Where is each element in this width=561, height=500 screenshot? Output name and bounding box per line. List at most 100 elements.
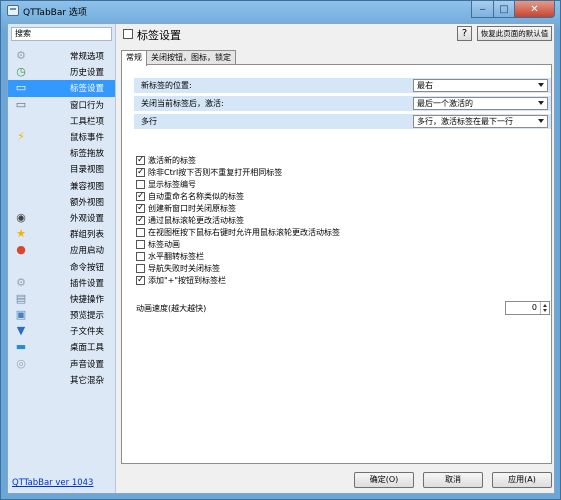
apply-button[interactable]: 应用(A) bbox=[492, 472, 552, 488]
checkbox[interactable] bbox=[136, 239, 145, 249]
chevron-up-icon[interactable] bbox=[543, 304, 547, 307]
sidebar-item[interactable]: ▤ 快捷操作 bbox=[8, 291, 115, 307]
checkbox-label: 通过鼠标滚轮更改活动标签 bbox=[148, 215, 244, 225]
sidebar-item[interactable]: ▼ 子文件夹 bbox=[8, 323, 115, 339]
checkbox-label: 导航失败时关闭标签 bbox=[148, 263, 220, 273]
sidebar: 搜索 ⚙ 常规选项 ◷ 历史设置 ▭ 标签设置 ▭ 窗口行为 工具栏项 ⚡ 鼠标事件 标签拖放 目录视图… bbox=[8, 24, 116, 493]
sidebar-item[interactable]: 其它混杂 bbox=[8, 372, 115, 388]
sidebar-item[interactable]: ⚡ 鼠标事件 bbox=[8, 129, 115, 145]
checkbox-row[interactable]: 显示标签编号 bbox=[136, 178, 546, 190]
sidebar-item-label: 常规选项 bbox=[69, 52, 104, 63]
sidebar-item[interactable]: 标签拖放 bbox=[8, 145, 115, 161]
sidebar-item[interactable]: ▬ 桌面工具 bbox=[8, 339, 115, 355]
restore-defaults-button[interactable]: 恢复此页面的默认值 bbox=[477, 26, 552, 41]
checkbox[interactable] bbox=[136, 191, 145, 201]
checkbox-row[interactable]: 激活新的标签 bbox=[136, 154, 546, 166]
checkbox[interactable] bbox=[136, 215, 145, 225]
checkbox-label: 水平翻转标签栏 bbox=[148, 251, 204, 261]
checkbox-row[interactable]: 通过鼠标滚轮更改活动标签 bbox=[136, 214, 546, 226]
sidebar-item-label: 鼠标事件 bbox=[69, 133, 104, 144]
checkbox[interactable] bbox=[136, 167, 145, 177]
tab-general[interactable]: 常规 bbox=[121, 50, 147, 66]
checkbox-row[interactable]: 自动重命名名称类似的标签 bbox=[136, 190, 546, 202]
window-icon: ▭ bbox=[15, 97, 27, 111]
sidebar-item[interactable]: 命令按钮 bbox=[8, 258, 115, 274]
sidebar-item[interactable]: 兼容视图 bbox=[8, 178, 115, 194]
sidebar-item-label: 历史设置 bbox=[69, 68, 104, 79]
minimize-button[interactable]: ‒ bbox=[471, 1, 493, 18]
activate-after-close-select[interactable]: 最后一个激活的 bbox=[413, 97, 548, 110]
checkbox-list: 激活新的标签除非Ctrl按下否则不重复打开相同标签显示标签编号自动重命名名称类似… bbox=[136, 154, 546, 286]
version-link[interactable]: QTTabBar ver 1043 bbox=[12, 478, 93, 488]
stepper-buttons[interactable] bbox=[540, 302, 549, 314]
ok-button[interactable]: 确定(O) bbox=[354, 472, 414, 488]
new-tab-position-select[interactable]: 最右 bbox=[413, 79, 548, 92]
multi-row-select[interactable]: 多行，激活标签在最下一行 bbox=[413, 115, 548, 128]
chevron-down-icon[interactable] bbox=[543, 309, 547, 312]
select-value: 最右 bbox=[417, 81, 433, 90]
help-button[interactable]: ? bbox=[457, 26, 472, 41]
window-controls: ‒ □ ✕ bbox=[471, 1, 555, 18]
chevron-down-icon bbox=[538, 83, 544, 87]
tab-close-button-icon-lock[interactable]: 关闭按钮，图标，锁定 bbox=[146, 50, 236, 65]
sidebar-item[interactable]: ◷ 历史设置 bbox=[8, 64, 115, 80]
checkbox[interactable] bbox=[136, 179, 145, 189]
checkbox[interactable] bbox=[136, 227, 145, 237]
sidebar-item-label: 命令按钮 bbox=[69, 262, 104, 273]
page-title: 标签设置 bbox=[137, 29, 181, 42]
checkbox-row[interactable]: 添加"+"按钮到标签栏 bbox=[136, 274, 546, 286]
checkbox-label: 标签动画 bbox=[148, 239, 180, 249]
setting-label: 关闭当前标签后，激活: bbox=[141, 99, 224, 108]
checkbox[interactable] bbox=[136, 203, 145, 213]
sidebar-item[interactable]: 目录视图 bbox=[8, 161, 115, 177]
sidebar-item[interactable]: ⚙ 常规选项 bbox=[8, 48, 115, 64]
animation-speed-stepper[interactable]: 0 bbox=[505, 301, 550, 315]
checkbox[interactable] bbox=[136, 251, 145, 261]
checkbox-label: 在视图框按下鼠标右键时允许用鼠标滚轮更改活动标签 bbox=[148, 227, 340, 237]
sidebar-item[interactable]: 额外视图 bbox=[8, 194, 115, 210]
checkbox[interactable] bbox=[136, 263, 145, 273]
sidebar-item[interactable]: ▣ 预览提示 bbox=[8, 307, 115, 323]
checkbox[interactable] bbox=[136, 155, 145, 165]
checkbox-row[interactable]: 在视图框按下鼠标右键时允许用鼠标滚轮更改活动标签 bbox=[136, 226, 546, 238]
sidebar-nav: ⚙ 常规选项 ◷ 历史设置 ▭ 标签设置 ▭ 窗口行为 工具栏项 ⚡ 鼠标事件 标签拖放 目录视图 兼容视… bbox=[8, 48, 115, 388]
stepper-value: 0 bbox=[531, 303, 537, 312]
keyboard-icon: ▤ bbox=[15, 291, 27, 305]
close-button[interactable]: ✕ bbox=[515, 1, 555, 18]
sidebar-item-label: 外观设置 bbox=[69, 213, 104, 224]
checkbox-row[interactable]: 导航失败时关闭标签 bbox=[136, 262, 546, 274]
setting-activate-after-close: 关闭当前标签后，激活: 最后一个激活的 bbox=[134, 96, 551, 111]
lightning-icon: ⚡ bbox=[17, 129, 25, 143]
sidebar-item[interactable]: ● 应用启动 bbox=[8, 242, 115, 258]
chevron-down-icon bbox=[538, 119, 544, 123]
sidebar-item-label: 预览提示 bbox=[69, 311, 104, 322]
sidebar-item[interactable]: ★ 群组列表 bbox=[8, 226, 115, 242]
checkbox-label: 添加"+"按钮到标签栏 bbox=[148, 275, 227, 285]
checkbox[interactable] bbox=[136, 275, 145, 285]
sidebar-item-label: 桌面工具 bbox=[69, 343, 104, 354]
history-icon: ◷ bbox=[16, 65, 26, 79]
sidebar-item[interactable]: ▭ 标签设置 bbox=[8, 80, 115, 97]
star-icon: ★ bbox=[16, 227, 26, 241]
maximize-button[interactable]: □ bbox=[493, 1, 515, 18]
tab-settings-icon bbox=[123, 29, 133, 39]
select-value: 最后一个激活的 bbox=[417, 99, 473, 108]
eye-icon: ◉ bbox=[16, 210, 26, 224]
setting-multi-row: 多行 多行，激活标签在最下一行 bbox=[134, 114, 551, 129]
window-title: QTTabBar 选项 bbox=[23, 8, 87, 18]
checkbox-row[interactable]: 除非Ctrl按下否则不重复打开相同标签 bbox=[136, 166, 546, 178]
checkbox-row[interactable]: 创建新窗口时关闭原标签 bbox=[136, 202, 546, 214]
sidebar-item[interactable]: ◎ 声音设置 bbox=[8, 356, 115, 372]
title-bar[interactable]: QTTabBar 选项 ‒ □ ✕ bbox=[1, 1, 560, 21]
checkbox-row[interactable]: 水平翻转标签栏 bbox=[136, 250, 546, 262]
sidebar-item-label: 应用启动 bbox=[69, 246, 104, 257]
checkbox-row[interactable]: 标签动画 bbox=[136, 238, 546, 250]
cancel-button[interactable]: 取消 bbox=[423, 472, 483, 488]
sidebar-item[interactable]: ⚙ 插件设置 bbox=[8, 275, 115, 291]
search-input[interactable]: 搜索 bbox=[11, 27, 112, 41]
sidebar-item[interactable]: 工具栏项 bbox=[8, 113, 115, 129]
checkbox-label: 创建新窗口时关闭原标签 bbox=[148, 203, 236, 213]
sidebar-item[interactable]: ◉ 外观设置 bbox=[8, 210, 115, 226]
animation-speed-row: 动画速度(越大越快) 0 bbox=[136, 301, 550, 315]
sidebar-item[interactable]: ▭ 窗口行为 bbox=[8, 97, 115, 113]
